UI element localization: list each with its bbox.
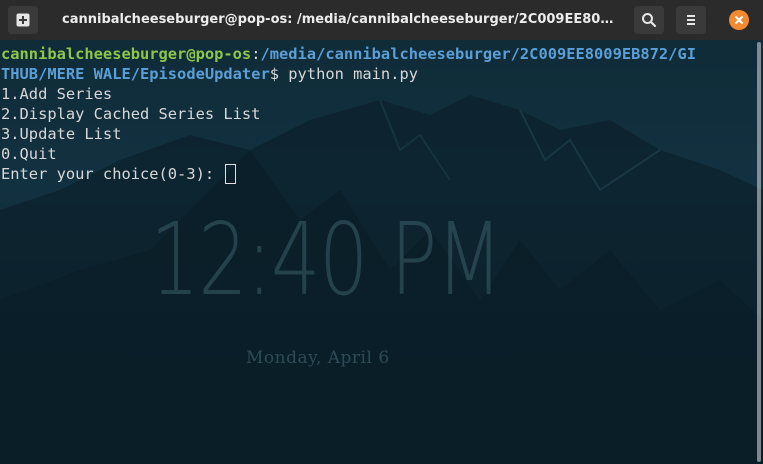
input-prompt-line[interactable]: Enter your choice(0-3): (1, 164, 753, 184)
search-icon (642, 13, 657, 28)
menu-button[interactable] (676, 6, 706, 34)
command-text: python main.py (279, 65, 418, 83)
menu-option-display-cached: 2.Display Cached Series List (1, 105, 261, 123)
prompt-symbol: $ (269, 65, 279, 83)
background-clock-text: 12:40 PM (150, 201, 503, 318)
terminal-window: 12:40 PM Monday, April 6 cannibalcheeseb… (0, 0, 763, 464)
menu-option-add-series: 1.Add Series (1, 85, 113, 103)
scrollbar-thumb[interactable] (757, 42, 761, 462)
hamburger-menu-icon (687, 15, 695, 25)
prompt-path-part-2: THUB/MERE WALE/EpisodeUpdater (1, 65, 270, 83)
window-title: cannibalcheeseburger@pop-os: /media/cann… (62, 12, 622, 27)
menu-option-quit: 0.Quit (1, 145, 57, 163)
prompt-line-1: cannibalcheeseburger@pop-os:/media/canni… (1, 44, 753, 64)
menu-option-update-list: 3.Update List (1, 125, 122, 143)
new-tab-icon (16, 13, 30, 27)
close-window-button[interactable] (729, 10, 749, 30)
prompt-user: cannibalcheeseburger@pop-os (1, 45, 252, 63)
header-bar: cannibalcheeseburger@pop-os: /media/cann… (0, 0, 763, 40)
terminal-output[interactable]: cannibalcheeseburger@pop-os:/media/canni… (1, 44, 753, 184)
close-icon (735, 16, 743, 24)
new-tab-button[interactable] (8, 6, 38, 34)
prompt-line-2: THUB/MERE WALE/EpisodeUpdater$ python ma… (1, 64, 753, 84)
search-button[interactable] (634, 6, 664, 34)
prompt-path-part-1: /media/cannibalcheeseburger/2C009EE8009E… (260, 45, 696, 63)
background-date-text: Monday, April 6 (246, 348, 390, 368)
scrollbar[interactable] (755, 40, 763, 464)
input-prompt-text: Enter your choice(0-3): (1, 165, 224, 183)
text-cursor[interactable] (225, 164, 237, 184)
